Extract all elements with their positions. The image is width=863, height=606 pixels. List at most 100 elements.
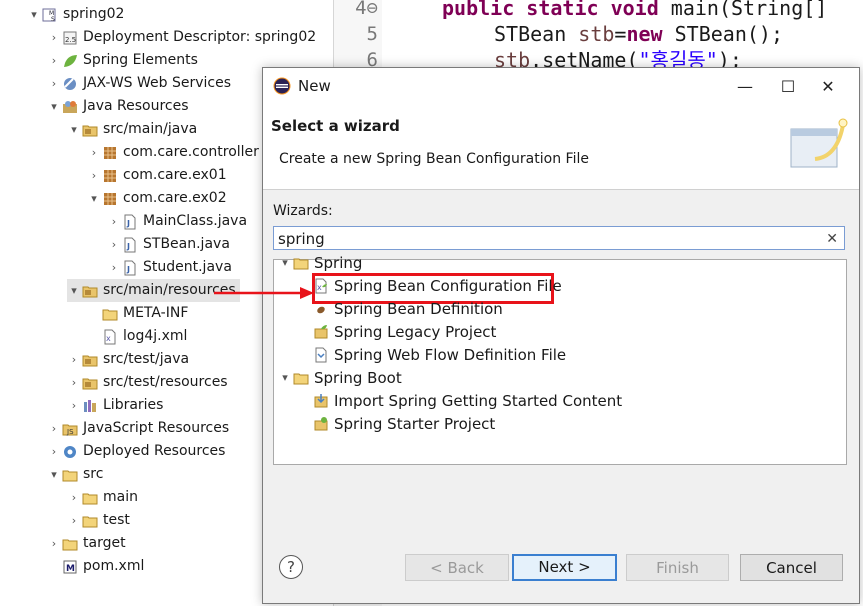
expand-arrow-icon[interactable]: ›: [107, 233, 121, 256]
finish-button[interactable]: Finish: [626, 554, 729, 581]
expand-arrow-icon[interactable]: ›: [67, 486, 81, 509]
expand-arrow-icon[interactable]: ›: [47, 49, 61, 72]
folder-icon: [292, 255, 310, 271]
collapse-arrow-icon[interactable]: ▾: [278, 367, 292, 389]
wizard-item[interactable]: Spring Starter Project: [298, 413, 495, 435]
collapse-arrow-icon[interactable]: ▾: [47, 463, 61, 486]
tree-item[interactable]: Mpom.xml: [47, 555, 144, 578]
java-resources-icon: [61, 99, 79, 115]
item-label: Java Resources: [83, 98, 189, 114]
help-icon[interactable]: ?: [279, 555, 303, 579]
dialog-titlebar[interactable]: New — ☐ ✕: [263, 68, 859, 105]
expand-arrow-icon[interactable]: ›: [47, 532, 61, 555]
tree-item[interactable]: › test: [67, 509, 130, 532]
tree-item[interactable]: › JS JavaScript Resources: [47, 417, 229, 440]
tree-item[interactable]: ▾ M Sspring02: [27, 3, 124, 26]
item-label: META-INF: [123, 305, 189, 321]
new-wizard-dialog: New — ☐ ✕ Select a wizard Create a new S…: [262, 67, 860, 604]
tree-item[interactable]: ▾ src/main/java: [67, 118, 197, 141]
svg-text:J: J: [126, 265, 130, 274]
expand-arrow-icon[interactable]: ›: [107, 210, 121, 233]
next-button[interactable]: Next >: [512, 554, 617, 581]
expand-arrow-icon[interactable]: ›: [67, 371, 81, 394]
back-button[interactable]: < Back: [405, 554, 509, 581]
wizard-item[interactable]: Import Spring Getting Started Content: [298, 390, 622, 412]
collapse-arrow-icon[interactable]: ▾: [67, 118, 81, 141]
tree-item[interactable]: › Libraries: [67, 394, 164, 417]
eclipse-icon: [273, 77, 291, 95]
source-folder-icon: [81, 375, 99, 391]
collapse-arrow-icon[interactable]: ▾: [47, 95, 61, 118]
tree-item[interactable]: META-INF: [87, 302, 188, 325]
tree-item[interactable]: › J STBean.java: [107, 233, 230, 256]
clear-filter-icon[interactable]: ✕: [826, 227, 838, 251]
dialog-title: New: [298, 77, 331, 95]
item-label: Spring Boot: [314, 369, 402, 387]
tree-item[interactable]: › Spring Elements: [47, 49, 198, 72]
collapse-arrow-icon[interactable]: ▾: [27, 3, 41, 26]
svg-text:S: S: [51, 16, 55, 23]
expand-arrow-icon[interactable]: ›: [87, 164, 101, 187]
tree-item[interactable]: › 2.5 Deployment Descriptor: spring02: [47, 26, 316, 49]
javascript-resources-icon: JS: [61, 421, 79, 437]
collapse-arrow-icon[interactable]: ▾: [278, 252, 292, 274]
item-label: src/main/java: [103, 121, 198, 137]
tree-item[interactable]: ▾ src: [47, 463, 103, 486]
tree-item[interactable]: › J MainClass.java: [107, 210, 247, 233]
expand-arrow-icon[interactable]: ›: [47, 26, 61, 49]
item-label: Spring Bean Configuration File: [334, 277, 562, 295]
minimize-button[interactable]: —: [725, 68, 765, 105]
tree-item[interactable]: ▾ com.care.ex02: [87, 187, 226, 210]
wizard-item[interactable]: Spring Web Flow Definition File: [298, 344, 566, 366]
item-label: log4j.xml: [123, 328, 188, 344]
wizard-filter-input[interactable]: spring ✕: [273, 226, 845, 250]
wizard-item[interactable]: Spring Legacy Project: [298, 321, 496, 343]
svg-text:JS: JS: [66, 428, 74, 436]
tree-item[interactable]: › main: [67, 486, 138, 509]
item-label: STBean.java: [143, 236, 230, 252]
expand-arrow-icon[interactable]: ›: [47, 440, 61, 463]
code-text: main(String[]: [670, 0, 828, 20]
item-label: Deployment Descriptor: spring02: [83, 29, 317, 45]
web-services-icon: [61, 76, 79, 92]
tree-item[interactable]: › com.care.ex01: [87, 164, 227, 187]
tree-item[interactable]: ▾ Java Resources: [47, 95, 189, 118]
expand-arrow-icon[interactable]: ›: [87, 141, 101, 164]
item-label: src/test/java: [103, 351, 190, 367]
wizard-item[interactable]: x Spring Bean Configuration File: [298, 275, 562, 297]
spring-starter-icon: [312, 416, 330, 432]
wizard-item[interactable]: ▾ Spring: [278, 252, 362, 274]
item-label: Import Spring Getting Started Content: [334, 392, 623, 410]
wizard-tree[interactable]: ▾ Spring x Spring Bean Configuration File Sp…: [273, 254, 847, 465]
expand-arrow-icon[interactable]: ›: [47, 417, 61, 440]
page-title: Select a wizard: [271, 117, 400, 135]
source-folder-icon: [81, 352, 99, 368]
expand-arrow-icon[interactable]: ›: [47, 72, 61, 95]
tree-item[interactable]: › src/test/java: [67, 348, 189, 371]
item-label: Spring Legacy Project: [334, 323, 497, 341]
tree-item[interactable]: x log4j.xml: [87, 325, 187, 348]
expand-arrow-icon[interactable]: ›: [67, 394, 81, 417]
java-file-icon: J: [121, 214, 139, 230]
tree-item[interactable]: › JAX-WS Web Services: [47, 72, 231, 95]
wizard-item[interactable]: Spring Bean Definition: [298, 298, 503, 320]
folder-icon: [101, 306, 119, 322]
tree-item[interactable]: › com.care.controller: [87, 141, 259, 164]
wizard-item[interactable]: ▾ Spring Boot: [278, 367, 402, 389]
expand-arrow-icon[interactable]: ›: [67, 348, 81, 371]
expand-arrow-icon[interactable]: ›: [107, 256, 121, 279]
tree-item[interactable]: › src/test/resources: [67, 371, 228, 394]
collapse-arrow-icon[interactable]: ▾: [87, 187, 101, 210]
expand-arrow-icon[interactable]: ›: [67, 509, 81, 532]
tree-item[interactable]: › J Student.java: [107, 256, 232, 279]
tree-item[interactable]: › Deployed Resources: [47, 440, 226, 463]
maximize-button[interactable]: ☐: [768, 68, 808, 105]
item-label: pom.xml: [83, 558, 145, 574]
close-button[interactable]: ✕: [808, 68, 848, 105]
deployment-descriptor-icon: 2.5: [61, 30, 79, 46]
collapse-arrow-icon[interactable]: ▾: [67, 279, 81, 302]
cancel-button[interactable]: Cancel: [740, 554, 843, 581]
libraries-icon: [81, 398, 99, 414]
tree-item[interactable]: › target: [47, 532, 126, 555]
filter-text: spring: [278, 230, 325, 248]
